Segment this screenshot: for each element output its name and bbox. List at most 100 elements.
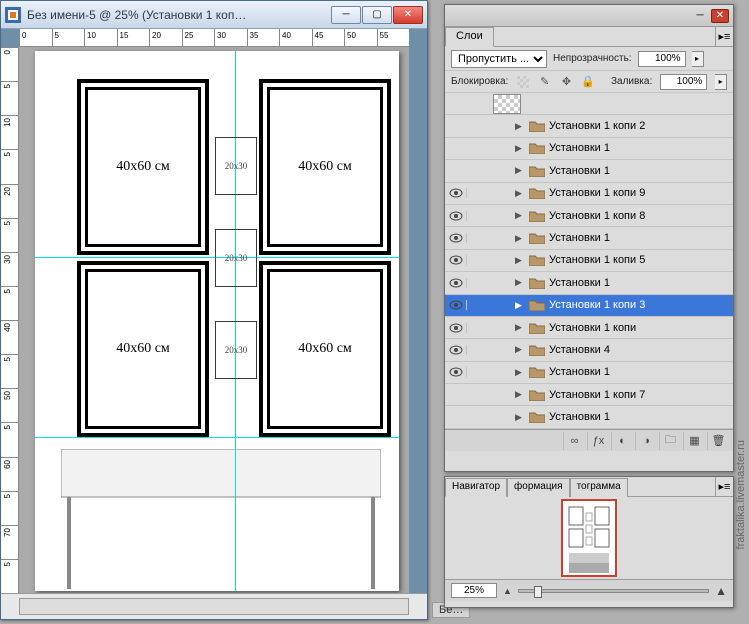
layer-name: Установки 1 <box>549 165 610 177</box>
layer-row[interactable]: ▶Установки 1 копи 3 <box>445 295 733 317</box>
visibility-toggle[interactable] <box>445 345 467 355</box>
disclosure-triangle-icon[interactable]: ▶ <box>515 165 525 176</box>
disclosure-triangle-icon[interactable]: ▶ <box>515 143 525 154</box>
panel-close-icon[interactable]: ✕ <box>711 9 729 23</box>
disclosure-triangle-icon[interactable]: ▶ <box>515 389 525 400</box>
navigator-viewport-box[interactable] <box>561 499 617 577</box>
ruler-tick: 55 <box>377 29 410 46</box>
disclosure-triangle-icon[interactable]: ▶ <box>515 277 525 288</box>
layer-row[interactable]: ▶ Установки 1 копи 5 <box>445 250 733 272</box>
opacity-flyout-icon[interactable]: ▸ <box>692 51 704 67</box>
navigator-zoom-field[interactable]: 25% <box>451 583 497 598</box>
canvas-viewport[interactable]: 40х60 см40х60 см40х60 см40х60 см20x3020x… <box>19 47 409 593</box>
disclosure-triangle-icon[interactable]: ▶ <box>515 255 525 266</box>
layer-row[interactable]: ▶Установки 1 <box>445 272 733 294</box>
lock-pixels-icon[interactable]: ✎ <box>538 75 552 89</box>
picture-frame-large[interactable]: 40х60 см <box>267 269 383 429</box>
picture-frame-small[interactable]: 20x30 <box>215 229 257 287</box>
navigator-panel: Навигатор формация тограмма ▸≡ 25% ▲ ▲ <box>444 476 734 608</box>
folder-icon <box>529 299 545 311</box>
layer-list[interactable]: ▶Установки 1 копи 2▶Установки 1▶Установк… <box>445 93 733 429</box>
layer-row[interactable]: ▶Установки 1 копи 7 <box>445 384 733 406</box>
tab-layers[interactable]: Слои <box>445 27 494 47</box>
close-button[interactable]: ✕ <box>393 6 423 24</box>
layer-name: Установки 1 <box>549 232 610 244</box>
visibility-toggle[interactable] <box>445 188 467 198</box>
visibility-toggle[interactable] <box>445 323 467 333</box>
visibility-toggle[interactable] <box>445 300 467 310</box>
lock-all-icon[interactable]: 🔒 <box>581 75 595 89</box>
disclosure-triangle-icon[interactable]: ▶ <box>515 188 525 199</box>
visibility-toggle[interactable] <box>445 255 467 265</box>
layer-mask-icon[interactable]: ◐ <box>611 432 633 450</box>
new-layer-icon[interactable]: ▦ <box>683 432 705 450</box>
disclosure-triangle-icon[interactable]: ▶ <box>515 412 525 423</box>
layer-row[interactable]: ▶ Установки 1 <box>445 160 733 182</box>
layer-row[interactable]: ▶Установки 1 <box>445 138 733 160</box>
disclosure-triangle-icon[interactable]: ▶ <box>515 300 525 311</box>
panel-header[interactable]: ─ ✕ <box>445 5 733 27</box>
navigator-preview[interactable] <box>445 497 733 579</box>
layer-row[interactable]: ▶Установки 1 копи 9 <box>445 183 733 205</box>
fill-flyout-icon[interactable]: ▸ <box>715 74 727 90</box>
tab-navigator[interactable]: Навигатор <box>445 478 507 497</box>
picture-frame-large[interactable]: 40х60 см <box>85 87 201 247</box>
minimize-button[interactable]: ─ <box>331 6 361 24</box>
canvas-page[interactable]: 40х60 см40х60 см40х60 см40х60 см20x3020x… <box>35 51 399 591</box>
ruler-tick: 60 <box>1 457 18 491</box>
layer-name: Установки 1 копи 5 <box>549 254 645 266</box>
ruler-tick: 5 <box>1 491 18 525</box>
guide-horizontal[interactable] <box>35 437 399 438</box>
lock-position-icon[interactable]: ✥ <box>560 75 574 89</box>
opacity-field[interactable]: 100% <box>638 51 686 67</box>
new-group-icon[interactable]: 🗀 <box>659 432 681 450</box>
visibility-toggle[interactable] <box>445 278 467 288</box>
disclosure-triangle-icon[interactable]: ▶ <box>515 344 525 355</box>
disclosure-triangle-icon[interactable]: ▶ <box>515 210 525 221</box>
layer-row-thumb[interactable] <box>445 93 733 115</box>
zoom-slider[interactable] <box>518 589 709 593</box>
layer-style-icon[interactable]: ƒх <box>587 432 609 450</box>
zoom-in-icon[interactable]: ▲ <box>715 584 727 598</box>
titlebar[interactable]: Без имени-5 @ 25% (Установки 1 коп… ─ ▢ … <box>1 1 427 29</box>
picture-frame-small[interactable]: 20x30 <box>215 321 257 379</box>
ruler-tick: 5 <box>1 218 18 252</box>
maximize-button[interactable]: ▢ <box>362 6 392 24</box>
fill-field[interactable]: 100% <box>660 74 707 90</box>
layer-row[interactable]: ▶ Установки 1 <box>445 227 733 249</box>
delete-layer-icon[interactable]: 🗑 <box>707 432 729 450</box>
picture-frame-large[interactable]: 40х60 см <box>267 87 383 247</box>
lock-transparency-icon[interactable] <box>516 75 530 89</box>
horizontal-ruler[interactable]: 0510152025303540455055 <box>19 29 409 47</box>
vertical-ruler[interactable]: 05105205305405505605705 <box>1 47 19 593</box>
disclosure-triangle-icon[interactable]: ▶ <box>515 233 525 244</box>
layer-row[interactable]: ▶Установки 1 копи <box>445 317 733 339</box>
tab-info[interactable]: формация <box>507 478 570 497</box>
picture-frame-small[interactable]: 20x30 <box>215 137 257 195</box>
navigator-menu-icon[interactable]: ▸≡ <box>715 477 733 496</box>
picture-frame-large[interactable]: 40х60 см <box>85 269 201 429</box>
horizontal-scrollbar[interactable] <box>19 598 409 615</box>
disclosure-triangle-icon[interactable]: ▶ <box>515 367 525 378</box>
disclosure-triangle-icon[interactable]: ▶ <box>515 322 525 333</box>
layer-row[interactable]: ▶Установки 1 копи 2 <box>445 115 733 137</box>
disclosure-triangle-icon[interactable]: ▶ <box>515 121 525 132</box>
visibility-toggle[interactable] <box>445 233 467 243</box>
visibility-toggle[interactable] <box>445 367 467 377</box>
panel-minimize-icon[interactable]: ─ <box>691 9 709 23</box>
layer-row[interactable]: ▶Установки 1 копи 8 <box>445 205 733 227</box>
layer-row[interactable]: ▶Установки 1 <box>445 362 733 384</box>
link-layers-icon[interactable]: ∞ <box>563 432 585 450</box>
panel-menu-icon[interactable]: ▸≡ <box>715 26 733 46</box>
blend-mode-select[interactable]: Пропустить ... <box>451 50 547 68</box>
zoom-slider-knob[interactable] <box>534 586 542 598</box>
zoom-out-icon[interactable]: ▲ <box>503 586 512 596</box>
ruler-tick: 45 <box>312 29 345 46</box>
visibility-toggle[interactable] <box>445 211 467 221</box>
tab-histogram[interactable]: тограмма <box>570 478 628 497</box>
panel-tabs: Слои ▸≡ <box>445 26 733 46</box>
layer-row[interactable]: ▶Установки 4 <box>445 339 733 361</box>
app-icon <box>5 7 21 23</box>
layer-row[interactable]: ▶Установки 1 <box>445 406 733 428</box>
adjustment-layer-icon[interactable]: ◑ <box>635 432 657 450</box>
